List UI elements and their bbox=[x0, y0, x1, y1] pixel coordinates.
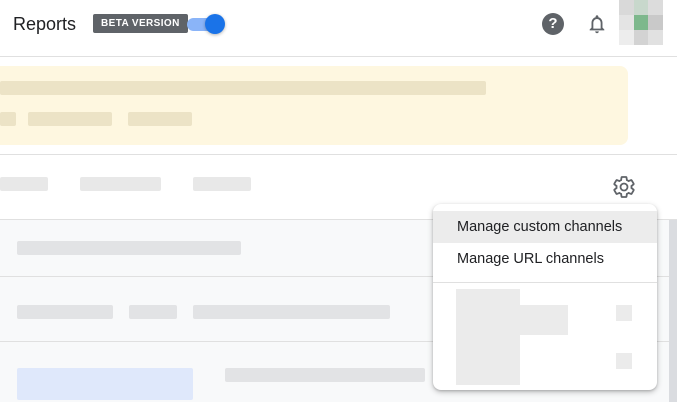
menu-divider bbox=[433, 282, 657, 283]
redacted-filter[interactable] bbox=[193, 177, 251, 191]
toggle-thumb bbox=[205, 14, 225, 34]
redacted-menu-item[interactable] bbox=[616, 305, 632, 321]
beta-version-toggle[interactable] bbox=[187, 14, 225, 34]
redacted-menu-item[interactable] bbox=[520, 305, 568, 335]
redacted-menu-item[interactable] bbox=[456, 289, 520, 385]
notice-banner bbox=[0, 66, 628, 145]
redacted-filter[interactable] bbox=[80, 177, 161, 191]
top-app-bar: Reports BETA VERSION ? bbox=[0, 0, 677, 57]
redacted-cell bbox=[17, 305, 113, 319]
account-avatar[interactable] bbox=[619, 0, 663, 45]
redacted-text bbox=[0, 112, 16, 126]
redacted-menu-item[interactable] bbox=[616, 353, 632, 369]
redacted-text bbox=[128, 112, 192, 126]
redacted-filter[interactable] bbox=[0, 177, 48, 191]
page-title: Reports bbox=[13, 14, 77, 34]
vertical-scrollbar[interactable] bbox=[669, 220, 677, 402]
section-divider bbox=[0, 154, 677, 155]
manage-url-channels-item[interactable]: Manage URL channels bbox=[433, 243, 657, 275]
manage-custom-channels-item[interactable]: Manage custom channels bbox=[433, 211, 657, 243]
settings-menu: Manage custom channels Manage URL channe… bbox=[433, 204, 657, 390]
redacted-cell bbox=[17, 241, 241, 255]
redacted-text bbox=[28, 112, 112, 126]
redacted-text bbox=[0, 81, 486, 95]
redacted-cell bbox=[129, 305, 177, 319]
notifications-bell-icon[interactable] bbox=[586, 13, 608, 35]
redacted-link[interactable] bbox=[17, 368, 193, 400]
settings-gear-icon[interactable] bbox=[612, 175, 636, 199]
help-icon[interactable]: ? bbox=[542, 13, 564, 35]
redacted-cell bbox=[193, 305, 390, 319]
beta-version-badge: BETA VERSION bbox=[93, 14, 188, 33]
redacted-cell bbox=[225, 368, 425, 382]
